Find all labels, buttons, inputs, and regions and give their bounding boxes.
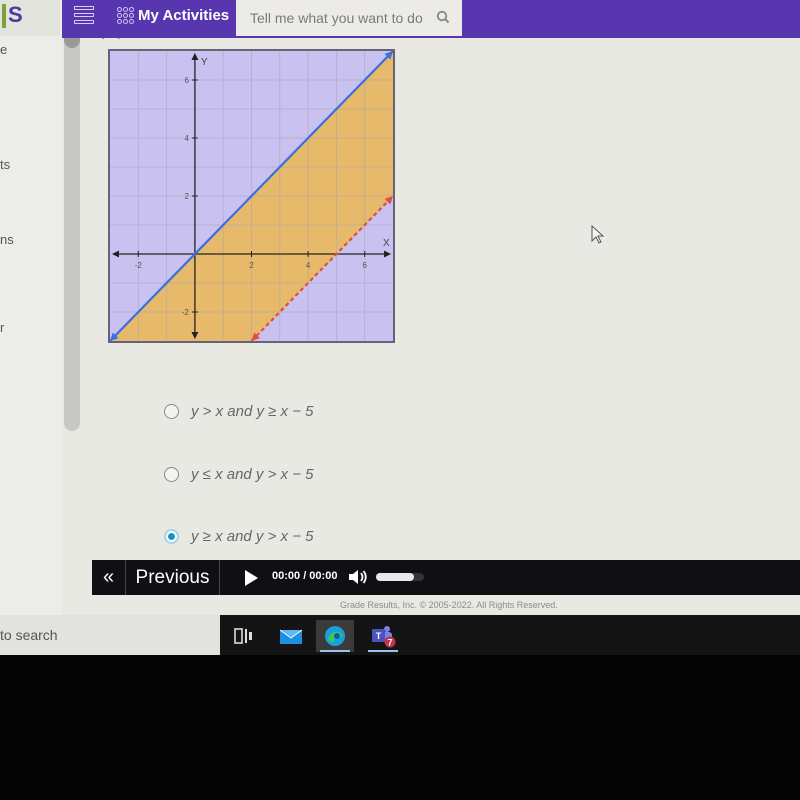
teams-badge-count: 7 [387, 638, 392, 648]
graph-svg: -2 2 4 6 -2 2 4 6 X Y [110, 51, 393, 341]
apps-grid-icon [117, 6, 134, 24]
nav-item-fragment[interactable]: ns [0, 232, 14, 247]
teams-button[interactable]: T 7 [364, 620, 402, 652]
edge-browser-icon [325, 626, 345, 646]
volume-icon[interactable] [347, 568, 369, 586]
y-tick-label: 2 [184, 192, 189, 201]
volume-level [376, 573, 415, 581]
inequality-graph: -2 2 4 6 -2 2 4 6 X Y [108, 49, 395, 343]
mail-button[interactable] [272, 620, 310, 652]
logo-accent [2, 4, 6, 28]
x-tick-label: 2 [249, 261, 254, 270]
active-app-indicator [320, 650, 350, 652]
radio-button[interactable] [164, 467, 179, 482]
monitor-bezel [0, 655, 800, 800]
scrollbar-track[interactable] [64, 36, 80, 431]
my-activities-label: My Activities [138, 6, 230, 24]
nav-item-fragment[interactable]: ts [0, 157, 10, 172]
audio-time: 00:00 / 00:00 [272, 570, 338, 582]
my-activities-button[interactable]: My Activities [117, 0, 229, 30]
radio-button[interactable] [164, 404, 179, 419]
option-label: y ≥ x and y > x − 5 [191, 528, 314, 545]
y-tick-label: 6 [184, 76, 189, 85]
logo-letter: S [8, 2, 23, 27]
x-tick-label: 4 [306, 261, 311, 270]
first-button[interactable]: « [92, 560, 126, 595]
menu-icon[interactable] [72, 2, 96, 28]
answer-option[interactable]: y > x and y ≥ x − 5 [164, 403, 313, 420]
y-tick-label: 4 [184, 134, 189, 143]
nav-item-fragment[interactable]: e [0, 42, 7, 57]
running-app-indicator [368, 650, 398, 652]
copyright-text: Grade Results, Inc. © 2005-2022. All Rig… [340, 600, 558, 610]
edge-button[interactable] [316, 620, 354, 652]
volume-slider[interactable] [376, 573, 424, 581]
y-axis-label: Y [201, 57, 208, 68]
svg-text:T: T [376, 631, 382, 641]
left-nav: S e ts ns r [0, 0, 62, 615]
answer-option-selected[interactable]: y ≥ x and y > x − 5 [164, 528, 313, 545]
taskbar-search[interactable]: to search [0, 615, 220, 655]
radio-button-checked[interactable] [164, 529, 179, 544]
y-tick-label: -2 [182, 308, 190, 317]
app-logo[interactable]: S [0, 0, 60, 36]
task-view-icon [234, 628, 252, 644]
windows-taskbar: to search T 7 [0, 615, 800, 655]
option-label: y > x and y ≥ x − 5 [191, 403, 314, 420]
answer-option[interactable]: y ≤ x and y > x − 5 [164, 466, 313, 483]
x-axis-label: X [383, 238, 390, 249]
screen: S e ts ns r graph. My Activities -2246-2… [0, 0, 800, 655]
search-input[interactable] [250, 10, 430, 26]
task-view-button[interactable] [225, 620, 263, 652]
x-tick-label: 6 [362, 261, 367, 270]
tell-me-search [236, 0, 462, 36]
option-label: y ≤ x and y > x − 5 [191, 466, 314, 483]
mouse-cursor-icon [591, 225, 605, 244]
search-icon[interactable] [436, 10, 450, 24]
taskbar-search-text: to search [0, 627, 58, 643]
top-header: My Activities [62, 0, 800, 38]
nav-item-fragment[interactable]: r [0, 320, 4, 335]
teams-icon: T 7 [372, 626, 396, 648]
x-tick-label: -2 [135, 261, 143, 270]
previous-button[interactable]: Previous [126, 560, 220, 595]
mail-icon [280, 629, 302, 644]
play-icon[interactable] [245, 570, 258, 586]
bottom-nav-bar: « Previous 00:00 / 00:00 [92, 560, 800, 595]
